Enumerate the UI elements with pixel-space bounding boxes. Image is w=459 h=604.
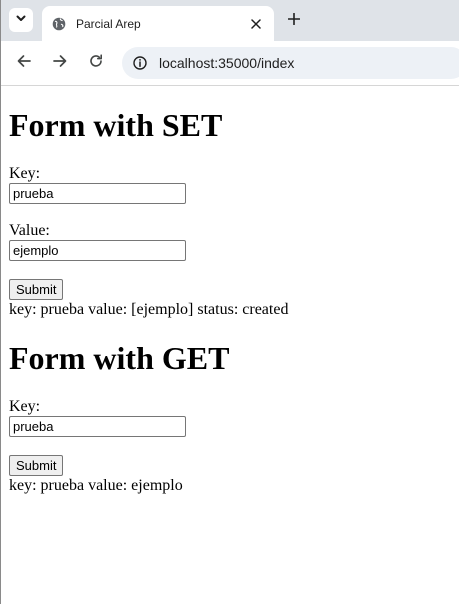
reload-icon (89, 53, 103, 73)
forward-button[interactable] (49, 52, 71, 74)
set-value-label: Value: (9, 222, 50, 239)
plus-icon (287, 12, 301, 30)
get-form-heading: Form with GET (9, 340, 230, 376)
back-arrow-icon (17, 54, 31, 73)
get-result-text: key: prueba value: ejemplo (9, 477, 183, 494)
new-tab-button[interactable] (283, 10, 305, 32)
chevron-down-icon (15, 11, 27, 29)
info-icon[interactable] (131, 54, 149, 72)
close-icon[interactable] (246, 14, 266, 34)
set-submit-button[interactable]: Submit (9, 279, 64, 300)
globe-icon (52, 17, 66, 31)
browser-toolbar: localhost:35000/index (1, 41, 459, 86)
set-key-label: Key: (9, 165, 41, 182)
tab-title: Parcial Arep (76, 16, 141, 31)
browser-tab[interactable]: Parcial Arep (42, 6, 274, 41)
get-submit-button[interactable]: Submit (9, 455, 64, 476)
reload-button[interactable] (85, 52, 107, 74)
page-content: Form with SET Key: Value: Submit key: pr… (9, 86, 459, 495)
set-key-input[interactable] (9, 183, 186, 204)
get-key-label: Key: (9, 398, 41, 415)
tab-strip: Parcial Arep (1, 0, 459, 41)
url-text: localhost:35000/index (159, 55, 295, 71)
get-key-input[interactable] (9, 416, 186, 437)
forward-arrow-icon (53, 54, 67, 73)
back-button[interactable] (13, 52, 35, 74)
set-form-heading: Form with SET (9, 107, 223, 143)
set-value-input[interactable] (9, 240, 186, 261)
tab-search-button[interactable] (9, 8, 33, 32)
set-result-text: key: prueba value: [ejemplo] status: cre… (9, 301, 289, 318)
address-bar[interactable]: localhost:35000/index (122, 47, 459, 79)
